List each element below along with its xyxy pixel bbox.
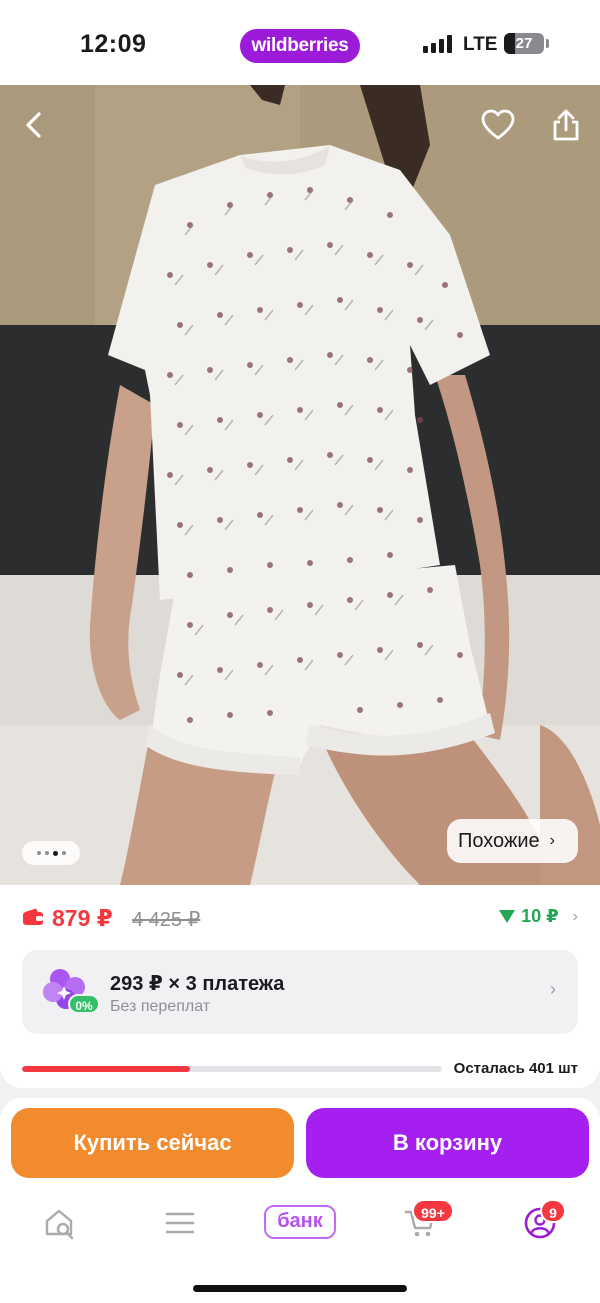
wallet-icon (22, 908, 44, 931)
gallery-pagination (22, 841, 80, 865)
status-bar: 12:09 wildberries LTE 27 (0, 0, 600, 85)
cashback-button[interactable]: 10 ₽ › (499, 906, 578, 927)
add-to-cart-button[interactable]: В корзину (306, 1108, 589, 1178)
product-gallery[interactable]: Похожие › (0, 85, 600, 885)
chevron-right-icon: › (549, 832, 555, 849)
stock-progress-bar (22, 1066, 442, 1072)
profile-notification-badge: 9 (540, 1199, 566, 1223)
installments-subtitle: Без переплат (110, 998, 211, 1015)
bank-button[interactable]: банк (264, 1205, 336, 1239)
page-dot (44, 851, 49, 855)
installments-title: 293 ₽ × 3 платежа (110, 973, 285, 995)
stock-indicator: Осталась 401 шт (22, 1060, 578, 1078)
home-indicator (193, 1285, 407, 1292)
favorite-heart-icon[interactable] (476, 103, 520, 147)
product-info-card: 879 ₽ 4 425 ₽ 10 ₽ › 0% 293 ₽ × 3 платеж… (0, 885, 600, 1088)
cart-count-badge: 99+ (412, 1199, 454, 1223)
arrow-down-icon (499, 910, 516, 923)
zero-percent-badge: 0% (68, 994, 100, 1014)
brand-logo: wildberries (240, 29, 360, 63)
chevron-right-icon: › (572, 907, 578, 925)
stock-progress-fill (22, 1066, 190, 1072)
page-dot (36, 851, 41, 855)
chevron-right-icon: › (550, 979, 556, 999)
product-photo (0, 85, 600, 885)
share-icon[interactable] (544, 103, 588, 147)
price-row: 879 ₽ 4 425 ₽ 10 ₽ › (22, 905, 578, 933)
back-icon[interactable] (12, 103, 56, 147)
current-price: 879 ₽ (52, 905, 113, 931)
home-search-icon[interactable] (30, 1195, 90, 1251)
signal-icon (423, 35, 453, 53)
similar-label: Похожие (458, 829, 540, 852)
menu-icon[interactable] (150, 1195, 210, 1251)
bottom-nav: банк 99+ 9 (0, 1195, 600, 1255)
page-dot (61, 851, 66, 855)
installments-card[interactable]: 0% 293 ₽ × 3 платежа Без переплат › (22, 950, 578, 1034)
network-type: LTE (463, 34, 498, 55)
stock-label: Осталась 401 шт (453, 1060, 578, 1077)
buy-now-button[interactable]: Купить сейчас (11, 1108, 294, 1178)
status-time: 12:09 (80, 30, 147, 58)
old-price: 4 425 ₽ (132, 909, 201, 931)
battery-level: 27 (515, 35, 533, 52)
product-page: 12:09 wildberries LTE 27 Похожие › 879 ₽… (0, 0, 600, 1303)
battery-icon: 27 (504, 33, 544, 54)
similar-button[interactable]: Похожие › (447, 819, 578, 863)
page-dot-active (52, 850, 58, 856)
cashback-value: 10 ₽ (521, 906, 559, 926)
